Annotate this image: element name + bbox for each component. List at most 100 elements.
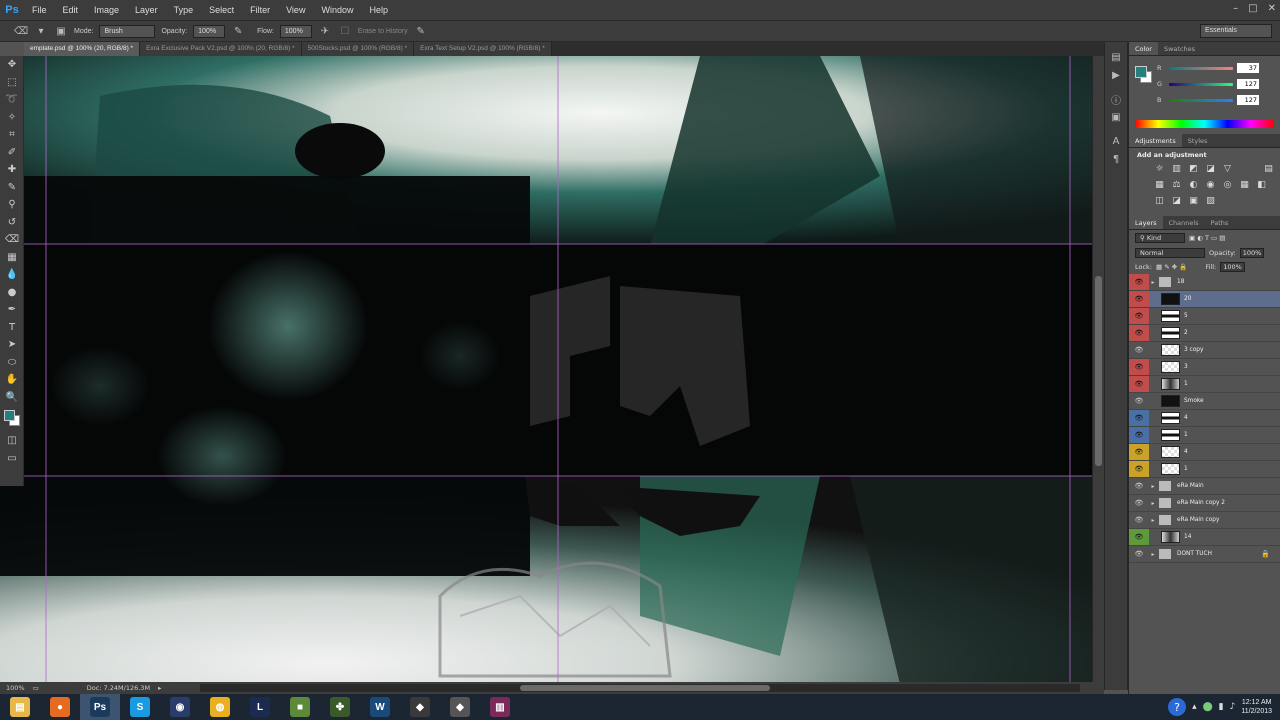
color-swatches[interactable] [0,406,24,432]
layer-name[interactable]: 4 [1184,415,1188,421]
character-panel-icon[interactable]: A [1105,132,1127,150]
eraser-tool-icon[interactable]: ⌫ [14,24,28,38]
tab-500stocks[interactable]: 500Stocks.psd @ 100% (RGB/8) * [301,42,415,56]
layer-visibility-eye-icon[interactable]: 👁 [1129,529,1149,545]
lock-icons[interactable]: ▦ ✎ ✥ 🔒 [1156,263,1187,271]
tab-exra-text-setup[interactable]: Exra Text Setup V2.psd @ 100% (RGB/8) * [414,42,552,56]
tab-adjustments[interactable]: Adjustments [1129,134,1182,147]
layer-name[interactable]: eRa Main [1177,483,1204,489]
layer-name[interactable]: Smoke [1184,398,1204,404]
mode-select[interactable]: Brush [99,24,156,38]
pen-tool-icon[interactable]: ✒ [0,301,24,319]
menu-layer[interactable]: Layer [127,0,166,20]
menu-window[interactable]: Window [313,0,361,20]
shape-tool-icon[interactable]: ⬭ [0,354,24,372]
menu-help[interactable]: Help [361,0,396,20]
layer-name[interactable]: 1 [1184,432,1188,438]
taskbar-photoshop-button[interactable]: Ps [80,694,120,720]
tab-styles[interactable]: Styles [1182,134,1214,147]
erase-history-checkbox[interactable]: ☐ [338,24,352,38]
zoom-tool-icon[interactable]: 🔍 [0,389,24,407]
layer-opacity-input[interactable]: 100% [1239,248,1265,258]
tray-arrow-icon[interactable]: ▴ [1192,702,1197,712]
menu-image[interactable]: Image [86,0,127,20]
vertical-scroll-thumb[interactable] [1095,276,1102,466]
clock[interactable]: 12:12 AM 11/2/2013 [1241,698,1272,716]
levels-icon[interactable]: ▥ [1170,162,1183,176]
layer-name[interactable]: 3 [1184,364,1188,370]
layer-row[interactable]: 👁 ▸ eRa Main copy 2 [1129,495,1280,512]
minimize-button[interactable]: – [1233,0,1238,18]
taskbar-skype-button[interactable]: S [120,694,160,720]
layer-name[interactable]: 3 copy [1184,347,1203,353]
color-panel-fg[interactable] [1135,66,1147,78]
vibrance-icon[interactable]: ▤ [1262,162,1275,176]
opacity-input[interactable]: 100% [193,24,226,38]
taskbar-winrar-button[interactable]: ▥ [480,694,520,720]
layer-row[interactable]: 👁 ▸ 18 [1129,274,1280,291]
menu-file[interactable]: File [24,0,55,20]
tray-app-icon[interactable]: ⬤ [1203,702,1213,712]
group-expand-icon[interactable]: ▸ [1149,517,1157,524]
taskbar-app-diamond-button[interactable]: ◆ [400,694,440,720]
color-ramp[interactable] [1135,120,1274,128]
taskbar-explorer-button[interactable]: ▤ [0,694,40,720]
layer-name[interactable]: 5 [1184,313,1188,319]
horizontal-scroll-thumb[interactable] [520,685,770,691]
layer-visibility-eye-icon[interactable]: 👁 [1129,359,1149,375]
taskbar-firefox-button[interactable]: ● [40,694,80,720]
layer-visibility-eye-icon[interactable]: 👁 [1129,308,1149,324]
layer-row[interactable]: 👁 Smoke [1129,393,1280,410]
layer-visibility-eye-icon[interactable]: 👁 [1129,495,1149,511]
group-expand-icon[interactable]: ▸ [1149,279,1157,286]
layer-row[interactable]: 👁 4 [1129,410,1280,427]
hue-sat-icon[interactable]: ▦ [1153,178,1166,192]
layer-name[interactable]: 1 [1184,381,1188,387]
blue-slider[interactable]: B 127 [1129,92,1280,108]
clone-stamp-tool-icon[interactable]: ⚲ [0,196,24,214]
group-expand-icon[interactable]: ▸ [1149,483,1157,490]
layer-row[interactable]: 👁 14 [1129,529,1280,546]
layer-visibility-eye-icon[interactable]: 👁 [1129,444,1149,460]
layer-name[interactable]: eRa Main copy 2 [1177,500,1225,506]
taskbar-cinema4d-button[interactable]: ◉ [160,694,200,720]
gradient-tool-icon[interactable]: ▦ [0,249,24,267]
history-panel-icon[interactable]: ▤ [1105,48,1127,66]
layer-name[interactable]: 14 [1184,534,1191,540]
tab-template[interactable]: emplate.psd @ 100% (20, RGB/8) * [24,42,141,56]
vertical-scrollbar[interactable] [1092,56,1104,684]
path-select-tool-icon[interactable]: ➤ [0,336,24,354]
layer-name[interactable]: 20 [1184,296,1191,302]
photo-filter-icon[interactable]: ◉ [1204,178,1217,192]
layer-row[interactable]: 👁 20 [1129,291,1280,308]
close-button[interactable]: ✕ [1268,0,1276,18]
tab-paths[interactable]: Paths [1205,216,1235,229]
tab-channels[interactable]: Channels [1163,216,1205,229]
black-white-icon[interactable]: ◐ [1187,178,1200,192]
history-brush-tool-icon[interactable]: ↺ [0,214,24,232]
layer-row[interactable]: 👁 1 [1129,427,1280,444]
filter-icons[interactable]: ▣ ◐ T ▭ ▤ [1189,234,1225,242]
brush-tool-icon[interactable]: ✎ [0,179,24,197]
taskbar-browser-button[interactable]: ◍ [200,694,240,720]
taskbar-app-w-button[interactable]: W [360,694,400,720]
crop-tool-icon[interactable]: ⌗ [0,126,24,144]
layer-row[interactable]: 👁 ▸ DONT TUCH 🔒 [1129,546,1280,563]
layer-visibility-eye-icon[interactable]: 👁 [1129,410,1149,426]
layer-visibility-eye-icon[interactable]: 👁 [1129,274,1149,290]
menu-select[interactable]: Select [201,0,242,20]
paragraph-panel-icon[interactable]: ¶ [1105,150,1127,168]
zoom-level[interactable]: 100% [6,684,25,692]
workspace-select[interactable]: Essentials [1200,24,1272,38]
threshold-icon[interactable]: ◪ [1170,194,1183,208]
layer-row[interactable]: 👁 4 [1129,444,1280,461]
layer-name[interactable]: 18 [1177,279,1184,285]
brush-preset-icon[interactable]: ▾ [34,24,48,38]
network-icon[interactable]: ▮ [1219,702,1224,712]
hand-tool-icon[interactable]: ✋ [0,371,24,389]
layer-row[interactable]: 👁 3 [1129,359,1280,376]
layer-visibility-eye-icon[interactable]: 👁 [1129,478,1149,494]
doc-size[interactable]: Doc: 7.24M/126.3M [87,684,150,692]
maximize-button[interactable]: □ [1248,0,1257,18]
type-tool-icon[interactable]: T [0,319,24,337]
